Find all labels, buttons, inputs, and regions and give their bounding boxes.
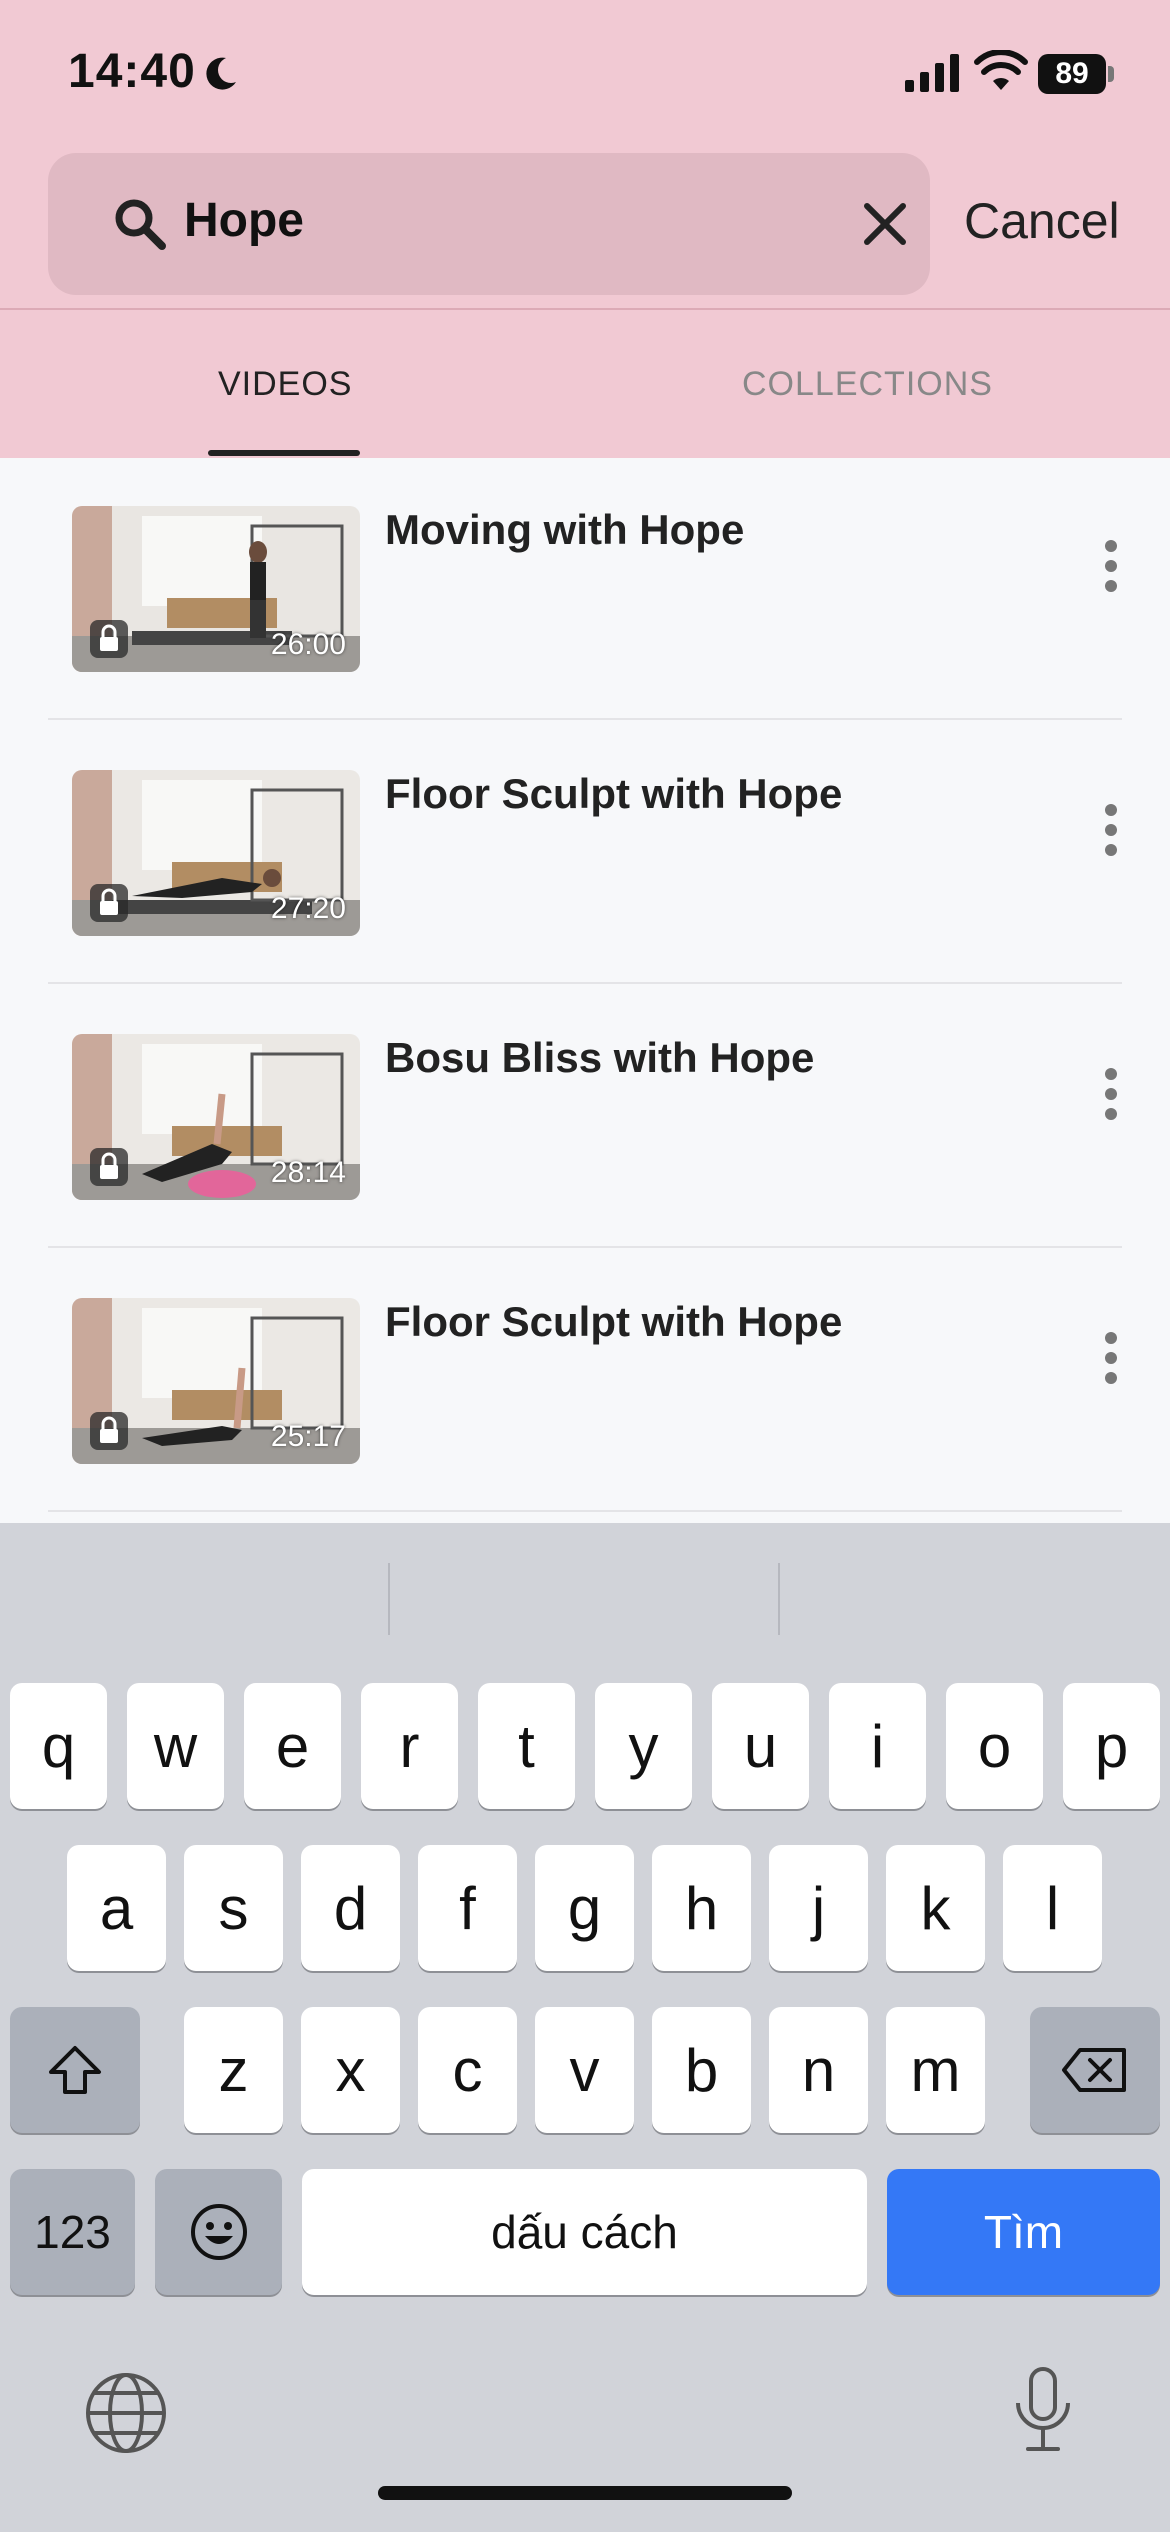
key-o[interactable]: o	[946, 1683, 1043, 1809]
list-item[interactable]: 27:20 Floor Sculpt with Hope	[0, 722, 1170, 984]
key-l[interactable]: l	[1003, 1845, 1102, 1971]
tab-collections[interactable]: COLLECTIONS	[742, 365, 993, 404]
search-input[interactable]: Hope	[184, 193, 304, 248]
more-options-icon[interactable]	[1096, 1064, 1126, 1124]
key-v[interactable]: v	[535, 2007, 634, 2133]
list-item[interactable]: 28:14 Bosu Bliss with Hope	[0, 986, 1170, 1248]
lock-icon	[90, 884, 128, 922]
shift-key[interactable]	[10, 2007, 140, 2133]
lock-icon	[90, 1412, 128, 1450]
row-divider	[48, 1510, 1122, 1512]
key-s[interactable]: s	[184, 1845, 283, 1971]
row-divider	[48, 718, 1122, 720]
key-m[interactable]: m	[886, 2007, 985, 2133]
cellular-signal-icon	[905, 54, 959, 92]
video-duration: 25:17	[270, 1420, 346, 1453]
key-a[interactable]: a	[67, 1845, 166, 1971]
backspace-icon	[1062, 2048, 1126, 2092]
emoji-icon	[190, 2204, 247, 2260]
globe-icon[interactable]	[84, 2371, 168, 2455]
video-title[interactable]: Floor Sculpt with Hope	[385, 770, 842, 818]
home-indicator[interactable]	[378, 2486, 792, 2500]
cancel-button[interactable]: Cancel	[964, 192, 1120, 250]
suggestion-divider	[388, 1563, 390, 1635]
lock-icon	[90, 620, 128, 658]
key-p[interactable]: p	[1063, 1683, 1160, 1809]
header: 14:40 89 Hope Cancel VIDEOS COLLECTIONS	[0, 0, 1170, 458]
video-title[interactable]: Moving with Hope	[385, 506, 744, 554]
key-u[interactable]: u	[712, 1683, 809, 1809]
tab-videos[interactable]: VIDEOS	[218, 365, 352, 404]
video-title[interactable]: Bosu Bliss with Hope	[385, 1034, 814, 1082]
key-y[interactable]: y	[595, 1683, 692, 1809]
more-options-icon[interactable]	[1096, 800, 1126, 860]
video-thumbnail[interactable]: 26:00	[72, 506, 360, 672]
on-screen-keyboard: q w e r t y u i o p a s d f g h j k l z …	[0, 1523, 1170, 2532]
more-options-icon[interactable]	[1096, 1328, 1126, 1388]
status-bar: 14:40 89	[0, 0, 1170, 150]
wifi-icon	[974, 50, 1028, 90]
search-field[interactable]: Hope	[48, 153, 930, 295]
key-r[interactable]: r	[361, 1683, 458, 1809]
video-thumbnail[interactable]: 27:20	[72, 770, 360, 936]
key-q[interactable]: q	[10, 1683, 107, 1809]
space-key[interactable]: dấu cách	[302, 2169, 867, 2295]
video-duration: 26:00	[270, 628, 346, 661]
key-h[interactable]: h	[652, 1845, 751, 1971]
key-w[interactable]: w	[127, 1683, 224, 1809]
key-c[interactable]: c	[418, 2007, 517, 2133]
key-g[interactable]: g	[535, 1845, 634, 1971]
microphone-icon[interactable]	[1008, 2363, 1078, 2463]
key-e[interactable]: e	[244, 1683, 341, 1809]
key-n[interactable]: n	[769, 2007, 868, 2133]
key-t[interactable]: t	[478, 1683, 575, 1809]
search-icon	[115, 199, 166, 250]
emoji-key[interactable]	[155, 2169, 282, 2295]
lock-icon	[90, 1148, 128, 1186]
more-options-icon[interactable]	[1096, 536, 1126, 596]
video-duration: 28:14	[270, 1156, 346, 1189]
video-thumbnail[interactable]: 28:14	[72, 1034, 360, 1200]
row-divider	[48, 1246, 1122, 1248]
status-time: 14:40	[68, 45, 196, 98]
search-return-key[interactable]: Tìm	[887, 2169, 1160, 2295]
video-thumbnail[interactable]: 25:17	[72, 1298, 360, 1464]
video-title[interactable]: Floor Sculpt with Hope	[385, 1298, 842, 1346]
key-d[interactable]: d	[301, 1845, 400, 1971]
key-b[interactable]: b	[652, 2007, 751, 2133]
moon-icon	[206, 57, 236, 90]
list-item[interactable]: 26:00 Moving with Hope	[0, 458, 1170, 720]
key-i[interactable]: i	[829, 1683, 926, 1809]
key-x[interactable]: x	[301, 2007, 400, 2133]
list-item[interactable]: 25:17 Floor Sculpt with Hope	[0, 1250, 1170, 1512]
battery-tip	[1108, 66, 1114, 82]
key-f[interactable]: f	[418, 1845, 517, 1971]
battery-indicator: 89	[1038, 54, 1106, 94]
backspace-key[interactable]	[1030, 2007, 1160, 2133]
key-z[interactable]: z	[184, 2007, 283, 2133]
row-divider	[48, 982, 1122, 984]
clear-search-icon[interactable]	[862, 201, 908, 247]
key-j[interactable]: j	[769, 1845, 868, 1971]
header-divider	[0, 308, 1170, 310]
active-tab-indicator	[208, 450, 360, 456]
shift-icon	[49, 2046, 101, 2094]
key-k[interactable]: k	[886, 1845, 985, 1971]
numbers-key[interactable]: 123	[10, 2169, 135, 2295]
video-duration: 27:20	[270, 892, 346, 925]
suggestion-divider	[778, 1563, 780, 1635]
